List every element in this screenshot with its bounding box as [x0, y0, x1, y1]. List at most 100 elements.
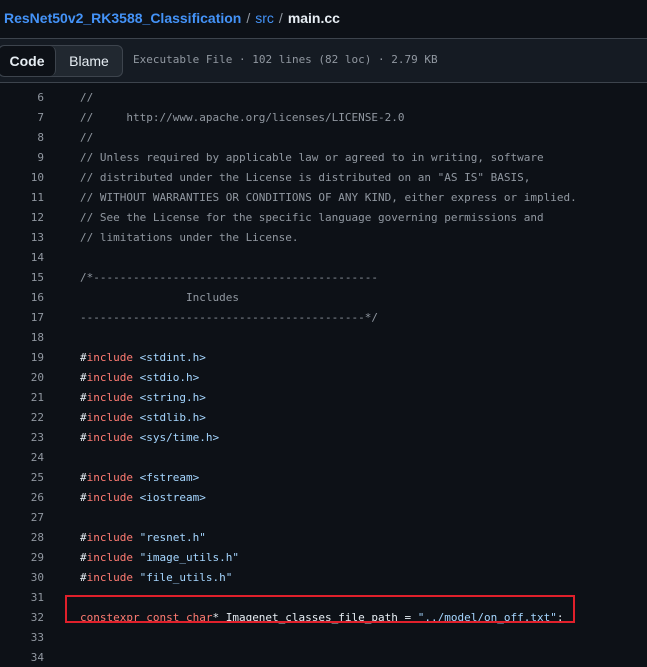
code-line: 28 #include "resnet.h"	[0, 527, 647, 547]
code-token: // See the License for the specific lang…	[80, 210, 544, 224]
code-line: 23 #include <sys/time.h>	[0, 427, 647, 447]
code-token: "image_utils.h"	[132, 550, 239, 564]
line-number[interactable]: 34	[0, 651, 44, 664]
line-number[interactable]: 10	[0, 171, 44, 184]
code-line: 18	[0, 327, 647, 347]
line-source: #include <sys/time.h>	[80, 431, 219, 444]
code-token: * Imagenet_classes_file_path =	[212, 610, 418, 624]
line-source: Includes	[80, 291, 239, 304]
line-source: // limitations under the License.	[80, 231, 299, 244]
code-line: 6 //	[0, 87, 647, 107]
line-number[interactable]: 18	[0, 331, 44, 344]
line-number[interactable]: 13	[0, 231, 44, 244]
code-token: #	[80, 470, 87, 484]
code-token: include	[86, 370, 133, 384]
line-number[interactable]: 12	[0, 211, 44, 224]
line-number[interactable]: 30	[0, 571, 44, 584]
line-number[interactable]: 26	[0, 491, 44, 504]
code-line: 17 --------------------------------------…	[0, 307, 647, 327]
code-token: include	[86, 550, 133, 564]
line-number[interactable]: 15	[0, 271, 44, 284]
code-line: 11 // WITHOUT WARRANTIES OR CONDITIONS OF…	[0, 187, 647, 207]
code-token: #	[80, 370, 87, 384]
line-source: // WITHOUT WARRANTIES OR CONDITIONS OF A…	[80, 191, 577, 204]
line-number[interactable]: 25	[0, 471, 44, 484]
code-token: <string.h>	[132, 390, 206, 404]
line-source: constexpr const char* Imagenet_classes_f…	[80, 611, 563, 624]
line-source: /*--------------------------------------…	[80, 271, 378, 284]
line-number[interactable]: 29	[0, 551, 44, 564]
code-line: 24	[0, 447, 647, 467]
code-line: 29 #include "image_utils.h"	[0, 547, 647, 567]
code-token: // Unless required by applicable law or …	[80, 150, 544, 164]
line-number[interactable]: 11	[0, 191, 44, 204]
code-token: //	[80, 90, 94, 104]
code-token: <stdio.h>	[132, 370, 200, 384]
line-source: #include "resnet.h"	[80, 531, 206, 544]
code-line: 22 #include <stdlib.h>	[0, 407, 647, 427]
line-number[interactable]: 20	[0, 371, 44, 384]
view-mode-toggle: Code Blame	[0, 45, 123, 77]
code-token: // distributed under the License is dist…	[80, 170, 531, 184]
line-number[interactable]: 9	[0, 151, 44, 164]
line-number[interactable]: 19	[0, 351, 44, 364]
line-number[interactable]: 14	[0, 251, 44, 264]
line-number[interactable]: 27	[0, 511, 44, 524]
code-line: 8 //	[0, 127, 647, 147]
line-source: #include <string.h>	[80, 391, 206, 404]
code-token: ----------------------------------------…	[80, 310, 379, 324]
line-source: // Unless required by applicable law or …	[80, 151, 544, 164]
code-token: ;	[556, 610, 564, 624]
line-number[interactable]: 6	[0, 91, 44, 104]
line-number[interactable]: 33	[0, 631, 44, 644]
line-source: #include <fstream>	[80, 471, 199, 484]
line-number[interactable]: 32	[0, 611, 44, 624]
code-token: include	[86, 530, 133, 544]
line-source: // distributed under the License is dist…	[80, 171, 530, 184]
code-token: // limitations under the License.	[80, 230, 299, 244]
code-tab-button[interactable]: Code	[0, 46, 56, 76]
code-line: 32 constexpr const char* Imagenet_classes…	[0, 607, 647, 627]
code-line: 12 // See the License for the specific la…	[0, 207, 647, 227]
code-token: constexpr const char	[80, 610, 213, 624]
breadcrumb-dir-link[interactable]: src	[255, 10, 274, 26]
code-token: /*--------------------------------------…	[80, 270, 379, 284]
code-token: include	[86, 490, 133, 504]
line-number[interactable]: 31	[0, 591, 44, 604]
line-number[interactable]: 21	[0, 391, 44, 404]
code-line: 31	[0, 587, 647, 607]
code-token: #	[80, 390, 87, 404]
code-line: 21 #include <string.h>	[0, 387, 647, 407]
line-number[interactable]: 23	[0, 431, 44, 444]
code-view: 34 33 32 constexpr const char* Imagenet_cla…	[0, 82, 647, 664]
code-line: 13 // limitations under the License.	[0, 227, 647, 247]
code-token: <stdint.h>	[132, 350, 206, 364]
line-number[interactable]: 24	[0, 451, 44, 464]
line-number[interactable]: 7	[0, 111, 44, 124]
line-number[interactable]: 28	[0, 531, 44, 544]
line-source: //	[80, 91, 93, 104]
code-token: "resnet.h"	[132, 530, 206, 544]
line-number[interactable]: 22	[0, 411, 44, 424]
breadcrumb: ResNet50v2_RK3588_Classification / src /…	[0, 0, 647, 36]
code-token: include	[86, 470, 133, 484]
breadcrumb-current-file: main.cc	[287, 10, 340, 26]
line-source: // See the License for the specific lang…	[80, 211, 544, 224]
line-source: #include <stdio.h>	[80, 371, 199, 384]
line-number[interactable]: 8	[0, 131, 44, 144]
code-token: #	[80, 430, 87, 444]
code-line: 19 #include <stdint.h>	[0, 347, 647, 367]
code-token: #	[80, 410, 87, 424]
line-source: #include "file_utils.h"	[80, 571, 232, 584]
code-line: 20 #include <stdio.h>	[0, 367, 647, 387]
line-number[interactable]: 17	[0, 311, 44, 324]
code-line: 34	[0, 647, 647, 667]
breadcrumb-repo-link[interactable]: ResNet50v2_RK3588_Classification	[4, 10, 241, 26]
line-number[interactable]: 16	[0, 291, 44, 304]
code-token: include	[86, 410, 133, 424]
line-source: //	[80, 131, 93, 144]
blame-tab-button[interactable]: Blame	[56, 46, 122, 76]
code-token: #	[80, 490, 87, 504]
code-token: #	[80, 350, 87, 364]
code-token: // http://www.apache.org/licenses/LICENS…	[80, 110, 405, 124]
